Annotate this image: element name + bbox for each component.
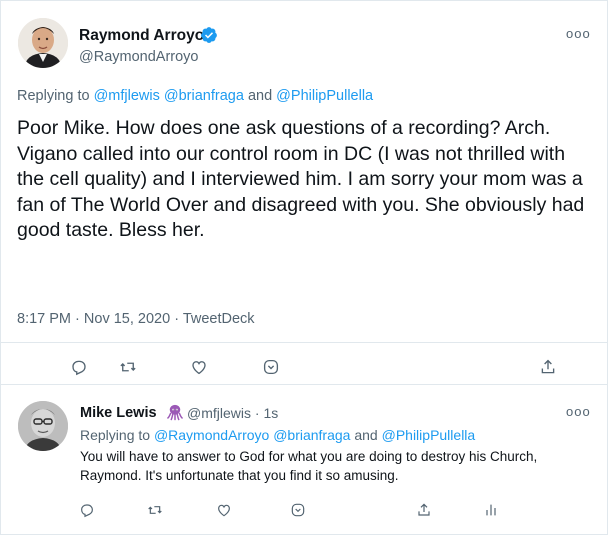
main-tweet[interactable]: Raymond Arroyo @RaymondArroyo ooo Replyi… bbox=[0, 0, 608, 384]
meta-separator: · bbox=[75, 311, 80, 327]
replying-prefix: Replying to bbox=[80, 427, 151, 443]
downvote-icon bbox=[291, 503, 305, 517]
reply-meta: @mfjlewis · 1s bbox=[187, 405, 278, 421]
downvote-button[interactable] bbox=[287, 499, 309, 521]
author-handle[interactable]: @mfjlewis bbox=[187, 405, 251, 421]
author-name[interactable]: Mike Lewis bbox=[80, 405, 157, 421]
replying-to-line: Replying to @mfjlewis @brianfraga and @P… bbox=[17, 88, 373, 104]
mention-link[interactable]: @brianfraga bbox=[273, 427, 350, 443]
verified-badge-icon bbox=[201, 27, 217, 43]
downvote-button[interactable] bbox=[260, 356, 282, 378]
retweet-icon bbox=[148, 506, 162, 514]
tweet-source[interactable]: TweetDeck bbox=[183, 311, 255, 327]
share-button[interactable] bbox=[413, 499, 435, 521]
divider bbox=[0, 342, 608, 343]
tweet-meta: 8:17 PM · Nov 15, 2020 · TweetDeck bbox=[17, 311, 255, 327]
like-button[interactable] bbox=[188, 356, 210, 378]
avatar-image bbox=[18, 18, 68, 68]
author-name[interactable]: Raymond Arroyo bbox=[79, 27, 204, 45]
retweet-button[interactable] bbox=[144, 499, 166, 521]
reply-icon bbox=[81, 504, 93, 518]
meta-separator: · bbox=[174, 311, 180, 327]
tweet-actions bbox=[0, 356, 608, 382]
mention-link[interactable]: @RaymondArroyo bbox=[154, 427, 269, 443]
analytics-icon bbox=[486, 504, 496, 516]
more-options-button[interactable]: ooo bbox=[566, 404, 591, 419]
mention-link[interactable]: @mfjlewis bbox=[94, 88, 160, 104]
share-button[interactable] bbox=[537, 356, 559, 378]
octopus-icon bbox=[167, 404, 183, 421]
retweet-button[interactable] bbox=[117, 356, 139, 378]
avatar[interactable] bbox=[18, 18, 68, 68]
more-options-button[interactable]: ooo bbox=[566, 26, 591, 41]
like-icon bbox=[192, 361, 206, 375]
avatar-image bbox=[18, 401, 68, 451]
tweet-text: Poor Mike. How does one ask questions of… bbox=[17, 117, 585, 242]
mention-link[interactable]: @brianfraga bbox=[164, 88, 244, 104]
share-icon bbox=[418, 503, 430, 516]
replying-joiner: and bbox=[354, 427, 378, 443]
replying-prefix: Replying to bbox=[17, 88, 90, 104]
like-button[interactable] bbox=[213, 499, 235, 521]
tweet-time[interactable]: 8:17 PM bbox=[17, 311, 71, 327]
reply-button[interactable] bbox=[68, 356, 90, 378]
downvote-icon bbox=[263, 359, 279, 375]
avatar[interactable] bbox=[18, 401, 68, 451]
replying-joiner: and bbox=[247, 88, 273, 104]
meta-separator: · bbox=[254, 405, 260, 421]
reply-button[interactable] bbox=[76, 499, 98, 521]
author-handle[interactable]: @RaymondArroyo bbox=[79, 49, 198, 65]
reply-icon bbox=[72, 360, 86, 376]
mention-link[interactable]: @PhilipPullella bbox=[276, 88, 373, 104]
share-icon bbox=[541, 359, 555, 374]
tweet-text: You will have to answer to God for what … bbox=[80, 449, 538, 483]
replying-to-line: Replying to @RaymondArroyo @brianfraga a… bbox=[80, 427, 475, 443]
divider bbox=[0, 384, 608, 385]
mention-link[interactable]: @PhilipPullella bbox=[382, 427, 476, 443]
tweet-date[interactable]: Nov 15, 2020 bbox=[84, 311, 170, 327]
tweet-time[interactable]: 1s bbox=[263, 405, 278, 421]
analytics-button[interactable] bbox=[480, 499, 502, 521]
like-icon bbox=[218, 504, 230, 517]
retweet-icon bbox=[120, 362, 136, 372]
tweet-actions bbox=[0, 499, 608, 523]
